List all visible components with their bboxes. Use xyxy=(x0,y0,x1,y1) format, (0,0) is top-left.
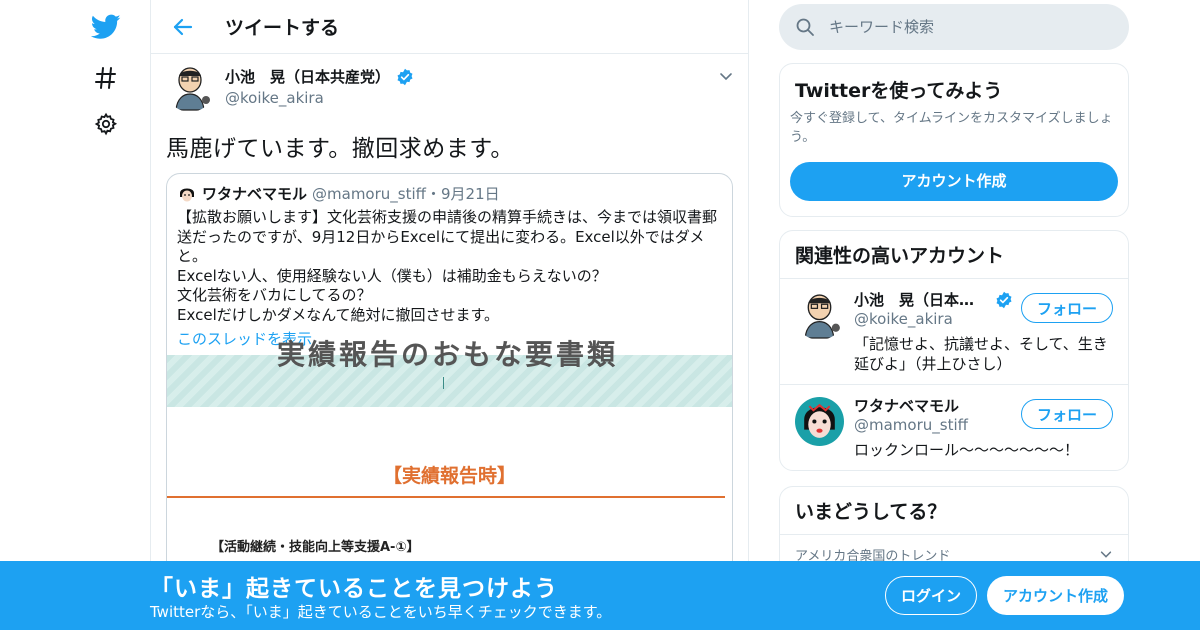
image-subheading: 【活動継続・技能向上等支援A-①】 xyxy=(211,540,420,555)
follow-button[interactable]: フォロー xyxy=(1021,399,1113,429)
avatar[interactable] xyxy=(795,397,844,446)
twitter-logo-icon[interactable] xyxy=(90,11,122,43)
related-accounts-title: 関連性の高いアカウント xyxy=(780,231,1128,279)
signup-card-desc: 今すぐ登録して、タイムラインをカスタマイズしましょう。 xyxy=(790,111,1113,145)
follow-button[interactable]: フォロー xyxy=(1021,293,1113,323)
image-band: 実績報告のおもな要書類 xyxy=(167,338,732,407)
image-band-mark xyxy=(443,377,444,389)
related-account-item[interactable]: ワタナベマモル @mamoru_stiff ロックンロール～～～～～～～！ フォ… xyxy=(780,385,1128,470)
quoted-tweet-image[interactable]: 実績報告のおもな要書類 【実績報告時】 【活動継続・技能向上等支援A-①】 xyxy=(167,338,732,592)
quoted-author-handle: @mamoru_stiff xyxy=(312,184,426,203)
main-column: ツイートする 小池 晃（日本共産党） @koike_akira 馬鹿げています。… xyxy=(150,0,749,630)
back-button[interactable] xyxy=(168,12,198,42)
quoted-date: ・9月21日 xyxy=(425,185,500,203)
tweet-text: 馬鹿げています。撤回求めます。 xyxy=(166,136,514,162)
image-divider xyxy=(167,496,725,498)
chevron-down-icon[interactable] xyxy=(718,68,734,84)
related-account-item[interactable]: 小池 晃（日本共... @koike_akira 「記憶せよ、抗議せよ、そして、… xyxy=(780,279,1128,385)
arrow-left-icon xyxy=(173,18,193,35)
signup-banner: 「いま」起きていることを見つけよう Twitterなら、「いま」起きていることを… xyxy=(0,561,1200,630)
quoted-tweet-text: 【拡散お願いします】文化芸術支援の申請後の精算手続きは、今までは領収書郵 送だっ… xyxy=(177,208,718,324)
image-heading: 【実績報告時】 xyxy=(382,465,516,487)
page-title: ツイートする xyxy=(225,17,340,39)
verified-badge-icon xyxy=(996,291,1012,308)
quoted-tweet[interactable]: ワタナベマモル @mamoru_stiff ・9月21日 【拡散お願いします】文… xyxy=(166,173,733,593)
avatar[interactable] xyxy=(166,64,214,112)
signup-card: Twitterを使ってみよう 今すぐ登録して、タイムラインをカスタマイズしましょ… xyxy=(779,63,1129,217)
tweet: 小池 晃（日本共産党） @koike_akira 馬鹿げています。撤回求めます。… xyxy=(151,54,748,593)
avatar[interactable] xyxy=(795,291,844,340)
author-name[interactable]: 小池 晃（日本共産党） xyxy=(225,66,390,87)
right-sidebar: Twitterを使ってみよう 今すぐ登録して、タイムラインをカスタマイズしましょ… xyxy=(779,0,1129,576)
login-button[interactable]: ログイン xyxy=(885,576,977,615)
author-meta: 小池 晃（日本共産党） @koike_akira xyxy=(225,66,414,107)
chevron-down-icon[interactable] xyxy=(1099,547,1113,561)
related-account-bio: ロックンロール～～～～～～～！ xyxy=(854,441,1080,459)
quoted-author-name: ワタナベマモル xyxy=(202,185,308,203)
search-box[interactable] xyxy=(779,4,1129,50)
quoted-tweet-header: ワタナベマモル @mamoru_stiff ・9月21日 xyxy=(167,174,732,204)
related-account-bio: 「記憶せよ、抗議せよ、そして、生き延びよ」（井上ひさし） xyxy=(854,335,1108,373)
tweet-author: 小池 晃（日本共産党） @koike_akira xyxy=(166,64,733,116)
related-accounts-card: 関連性の高いアカウント 小池 晃（日本共... @koike_akira 「記憶… xyxy=(779,230,1129,471)
create-account-button[interactable]: アカウント作成 xyxy=(790,162,1118,201)
signup-card-title: Twitterを使ってみよう xyxy=(795,80,1003,102)
related-account-name[interactable]: 小池 晃（日本共... xyxy=(854,289,989,310)
trends-title: いまどうしてる？ xyxy=(780,487,1128,535)
banner-subtitle: Twitterなら、「いま」起きていることをいち早くチェックできます。 xyxy=(150,603,612,621)
gear-icon[interactable] xyxy=(90,108,122,140)
hashtag-icon[interactable] xyxy=(90,62,122,94)
image-band-text: 実績報告のおもな要書類 xyxy=(277,338,619,371)
main-header: ツイートする xyxy=(151,0,748,54)
search-icon xyxy=(796,18,814,36)
banner-title: 「いま」起きていることを見つけよう xyxy=(150,576,558,602)
left-nav xyxy=(0,0,150,630)
avatar xyxy=(177,183,197,204)
verified-badge-icon xyxy=(397,68,413,85)
search-input[interactable] xyxy=(829,18,1089,36)
author-handle[interactable]: @koike_akira xyxy=(225,89,414,107)
create-account-button[interactable]: アカウント作成 xyxy=(987,576,1124,615)
related-account-name[interactable]: ワタナベマモル xyxy=(854,395,959,416)
